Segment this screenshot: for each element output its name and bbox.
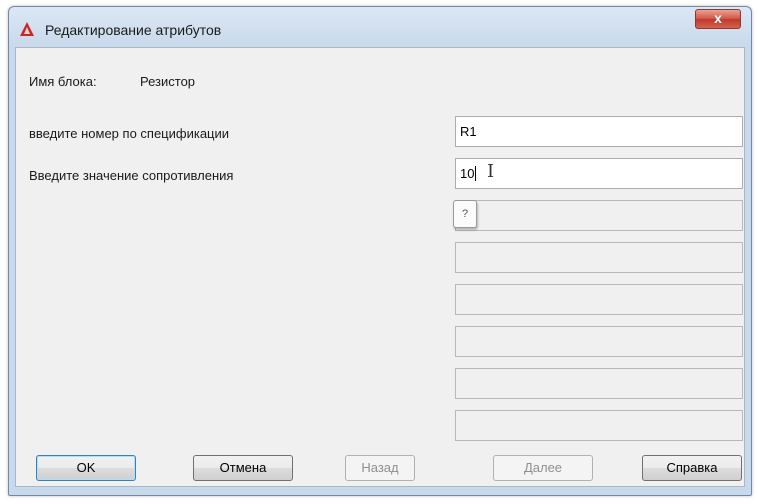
attribute-value-1: R1 (460, 124, 477, 139)
tooltip-text: ? (461, 208, 469, 220)
block-name-value: Резистор (140, 74, 196, 89)
attribute-value-field-2[interactable]: 10 I (455, 158, 743, 189)
attribute-prompt-2: Введите значение сопротивления (29, 168, 234, 183)
cancel-button[interactable]: Отмена (193, 455, 293, 481)
attribute-value-2: 10 (460, 166, 475, 181)
title-bar[interactable]: Редактирование атрибутов x (9, 7, 751, 47)
attribute-edit-dialog: Редактирование атрибутов x Имя блока: Ре… (8, 6, 752, 496)
close-button[interactable]: x (695, 9, 741, 29)
attribute-prompt-1: введите номер по спецификации (29, 126, 230, 141)
attribute-value-field-3 (455, 200, 743, 231)
back-button[interactable]: Назад (345, 455, 415, 481)
attribute-value-field-5 (455, 284, 743, 315)
attribute-value-field-1[interactable]: R1 (455, 116, 743, 147)
dialog-title: Редактирование атрибутов (45, 22, 222, 38)
attribute-value-field-8 (455, 410, 743, 441)
ok-button[interactable]: OK (36, 455, 136, 481)
dialog-body: Имя блока: Резистор введите номер по спе… (15, 47, 745, 487)
attribute-value-field-4 (455, 242, 743, 273)
next-button[interactable]: Далее (493, 455, 593, 481)
help-button[interactable]: Справка (642, 455, 742, 481)
tooltip: ? (453, 200, 477, 228)
autocad-logo-icon (20, 22, 34, 36)
text-caret (475, 166, 477, 181)
block-name-label: Имя блока: (29, 74, 97, 89)
attribute-value-field-6 (455, 326, 743, 357)
close-icon: x (714, 10, 722, 26)
text-cursor-icon: I (487, 161, 495, 182)
attribute-value-field-7 (455, 368, 743, 399)
